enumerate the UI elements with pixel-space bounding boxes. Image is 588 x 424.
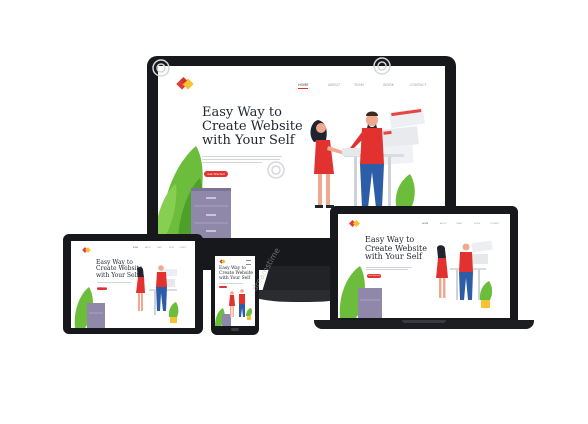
woman-figure-icon [136,266,145,311]
man-figure-icon [156,265,167,311]
watermark-swirl-icon [373,57,391,75]
man-figure-icon [342,111,384,210]
page: { "hero": { "title_lines": ["Easy Way to… [0,0,588,424]
monitor-stand-neck [262,266,340,292]
cabinet-icon [87,303,105,328]
man-figure-icon [239,289,245,317]
phone-home-button[interactable] [231,328,239,331]
woman-figure-icon [310,120,346,208]
laptop-screen: HOME ABOUT TEAM WORK CONTACT Easy Way to… [338,214,510,318]
woman-figure-icon [436,245,448,298]
tablet-illustration [74,265,179,328]
plant-icon [479,281,493,300]
watermark-swirl-icon [267,161,285,179]
plant-icon [246,308,253,316]
phone-screen: Easy Way to Create Website with Your Sel… [215,256,255,326]
laptop-trackpad-notch [402,320,446,323]
man-figure-icon [459,243,473,300]
plant-icon [168,302,179,317]
phone-illustration [215,289,253,326]
cabinet-icon [222,314,231,326]
cabinet-icon [358,288,382,318]
cabinet-icon [191,188,231,238]
woman-figure-icon [229,291,235,317]
laptop-illustration [339,240,493,318]
tablet-screen: HOME ABOUT TEAM WORK CONTACT Easy Way to… [71,241,195,328]
watermark-swirl-icon [152,59,170,77]
